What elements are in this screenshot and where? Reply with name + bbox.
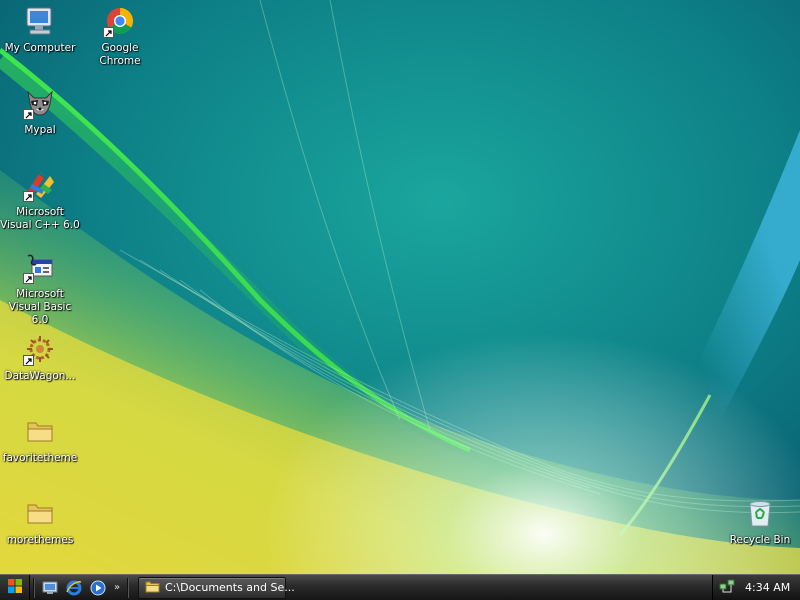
desktop-icon-label: Mypal xyxy=(24,124,56,136)
desktop-icon-recycle-bin[interactable]: Recycle Bin xyxy=(720,496,800,547)
taskbar-separator xyxy=(127,577,129,598)
quick-launch-more-button[interactable]: » xyxy=(110,582,124,593)
desktop-icon-visual-basic[interactable]: Microsoft Visual Basic 6.0 xyxy=(0,250,80,327)
start-button[interactable] xyxy=(0,575,30,600)
shortcut-arrow-icon xyxy=(23,191,34,202)
network-icon[interactable] xyxy=(719,578,735,597)
shortcut-arrow-icon xyxy=(23,109,34,120)
my-computer-icon xyxy=(23,4,57,38)
shortcut-arrow-icon xyxy=(103,27,114,38)
desktop-icon-label: DataWagon... xyxy=(4,370,76,382)
desktop-icon-google-chrome[interactable]: Google Chrome xyxy=(80,4,160,68)
desktop-icon-my-computer[interactable]: My Computer xyxy=(0,4,80,55)
clock[interactable]: 4:34 AM xyxy=(745,581,790,594)
visual-cpp-icon xyxy=(23,168,57,202)
taskbar: » C:\Documents and Se... 4:34 AM xyxy=(0,574,800,600)
desktop-icon-label: Microsoft Visual C++ 6.0 xyxy=(0,206,80,231)
desktop-icon-label: favoritetheme xyxy=(2,452,78,464)
taskbar-window-button[interactable]: C:\Documents and Se... xyxy=(138,576,295,599)
system-tray: 4:34 AM xyxy=(712,575,800,600)
desktop-icon-favoritetheme[interactable]: favoritetheme xyxy=(0,414,80,465)
media-player-icon[interactable] xyxy=(88,578,108,598)
show-desktop-icon[interactable] xyxy=(40,578,60,598)
desktop-wallpaper xyxy=(0,0,800,574)
visual-basic-icon xyxy=(23,250,57,284)
chrome-icon xyxy=(103,4,137,38)
desktop-icon-label: morethemes xyxy=(6,534,74,546)
desktop-icon-label: My Computer xyxy=(4,42,76,54)
shortcut-arrow-icon xyxy=(23,355,34,366)
datawagon-icon xyxy=(23,332,57,366)
shortcut-arrow-icon xyxy=(23,273,34,284)
folder-icon xyxy=(145,578,160,597)
taskbar-separator xyxy=(33,577,35,598)
windows-logo-icon xyxy=(7,578,23,598)
folder-icon xyxy=(23,496,57,530)
desktop-icon-label: Google Chrome xyxy=(99,42,141,67)
folder-icon xyxy=(23,414,57,448)
mypal-raccoon-icon xyxy=(23,86,57,120)
desktop-icon-mypal[interactable]: Mypal xyxy=(0,86,80,137)
taskbar-window-label: C:\Documents and Se... xyxy=(165,581,295,594)
desktop-icon-datawagon[interactable]: DataWagon... xyxy=(0,332,80,383)
internet-explorer-icon[interactable] xyxy=(64,578,84,598)
desktop-icon-visual-cpp[interactable]: Microsoft Visual C++ 6.0 xyxy=(0,168,80,232)
desktop-icon-label: Recycle Bin xyxy=(729,534,791,546)
recycle-bin-icon xyxy=(743,496,777,530)
desktop-icon-morethemes[interactable]: morethemes xyxy=(0,496,80,547)
desktop-icon-label: Microsoft Visual Basic 6.0 xyxy=(8,288,72,326)
